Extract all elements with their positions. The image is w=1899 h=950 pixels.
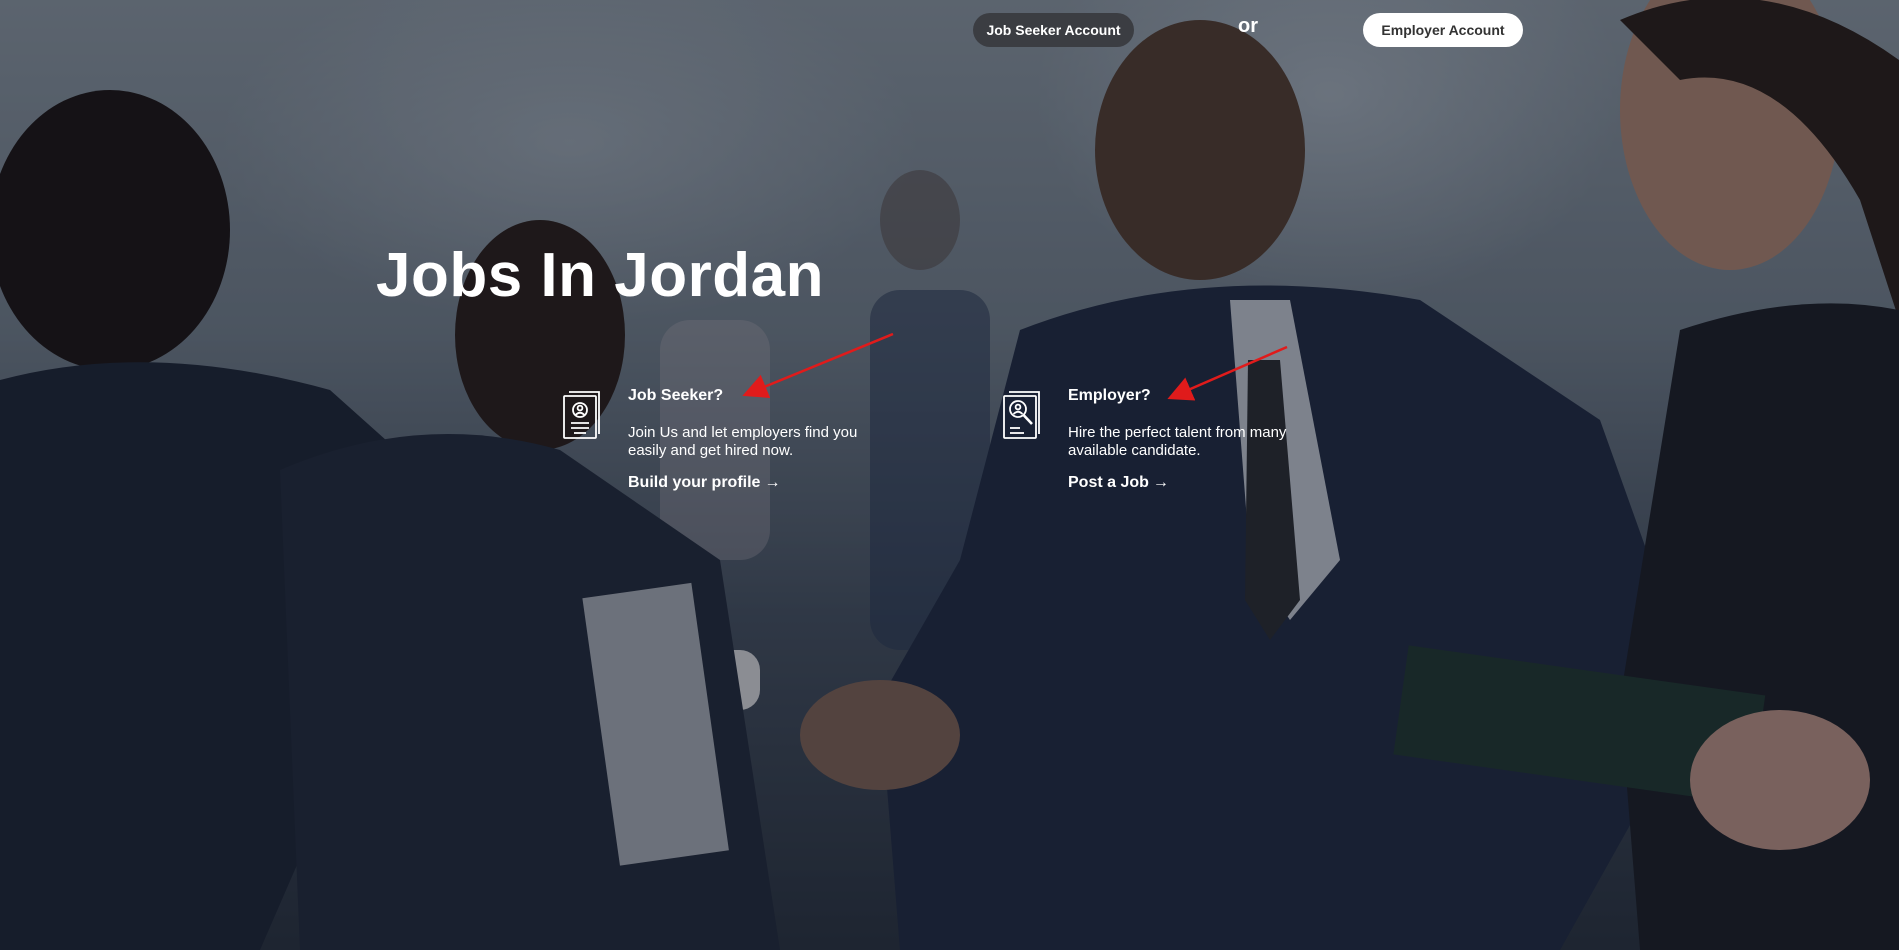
build-profile-link[interactable]: Build your profile →	[628, 474, 780, 492]
hero-background-photo	[0, 0, 1899, 950]
arrow-right-icon: →	[764, 474, 781, 491]
job-seeker-description: Join Us and let employers find you easil…	[628, 424, 858, 459]
employer-heading: Employer?	[1068, 387, 1151, 404]
arrow-right-icon: →	[1152, 474, 1169, 491]
job-seeker-heading: Job Seeker?	[628, 387, 724, 404]
or-separator: or	[1238, 15, 1258, 37]
job-seeker-account-button[interactable]: Job Seeker Account	[973, 13, 1134, 47]
post-job-label: Post a Job	[1068, 474, 1149, 491]
employer-account-button[interactable]: Employer Account	[1363, 13, 1523, 47]
employer-description: Hire the perfect talent from many availa…	[1068, 424, 1287, 459]
resume-document-icon	[561, 388, 603, 440]
post-job-link[interactable]: Post a Job →	[1068, 474, 1169, 492]
build-profile-label: Build your profile	[628, 474, 761, 491]
account-switcher-bar: Job Seeker Account or Employer Account	[0, 13, 1899, 49]
candidate-search-icon	[1001, 388, 1043, 440]
page-title: Jobs In Jordan	[376, 241, 824, 310]
